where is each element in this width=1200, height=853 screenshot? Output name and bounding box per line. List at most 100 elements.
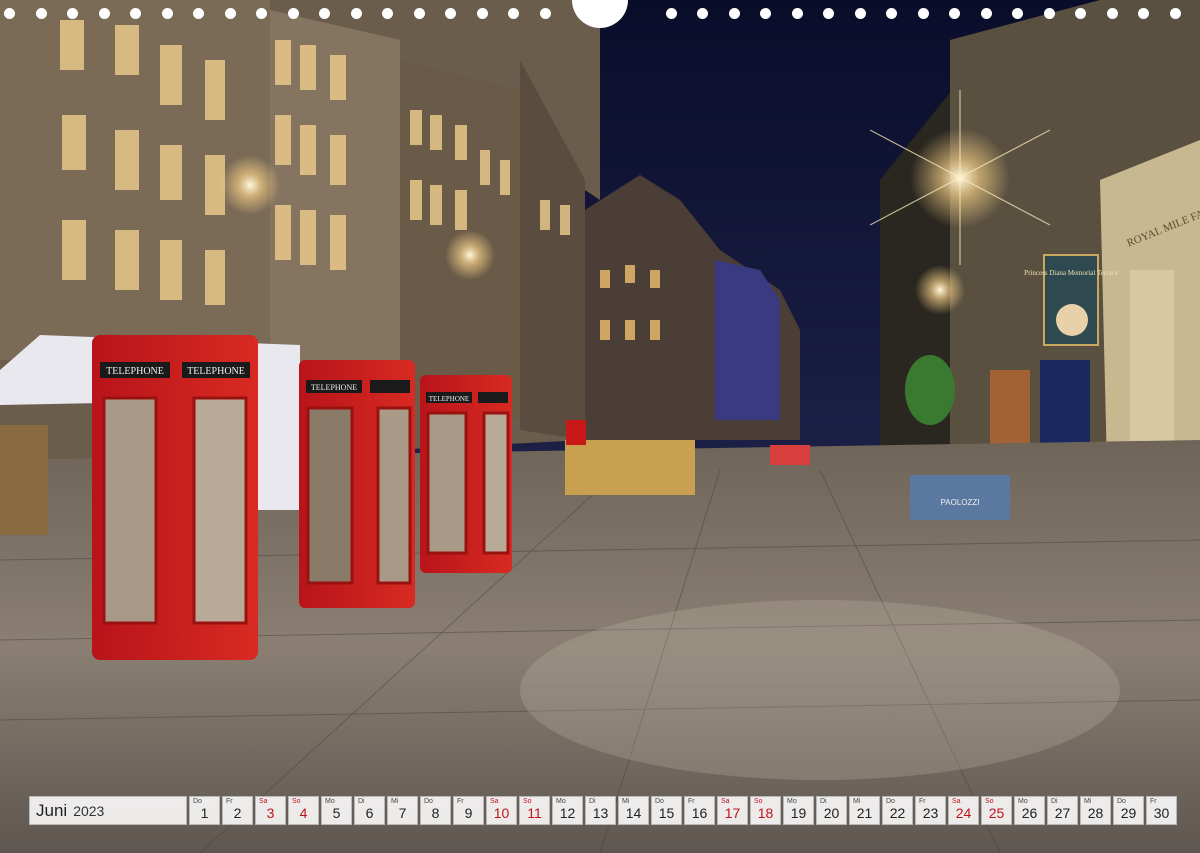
- day-cell: Do 15: [651, 796, 682, 825]
- month-year: 2023: [73, 802, 105, 819]
- binding-hole: [1043, 8, 1055, 19]
- day-number: 28: [1087, 805, 1104, 821]
- weekday-label: So: [754, 798, 763, 805]
- day-number: 14: [625, 805, 642, 821]
- weekday-label: So: [523, 798, 532, 805]
- weekday-label: Di: [358, 798, 365, 805]
- day-number: 7: [398, 805, 407, 821]
- memorial-terrace-sign: Princess Diana Memorial Terrace: [1024, 269, 1118, 277]
- weekday-label: Di: [1051, 798, 1058, 805]
- weekday-label: Sa: [721, 798, 730, 805]
- day-number: 16: [691, 805, 708, 821]
- day-cell: So 11: [519, 796, 550, 825]
- weekday-label: Fr: [457, 798, 464, 805]
- binding-hole: [445, 8, 456, 19]
- day-number: 6: [365, 805, 374, 821]
- binding-hole: [1106, 8, 1118, 19]
- day-number: 9: [464, 805, 473, 821]
- barrier-sign: PAOLOZZI: [941, 498, 980, 507]
- binding-hole: [980, 8, 992, 19]
- day-number: 22: [889, 805, 906, 821]
- weekday-label: Do: [1117, 798, 1126, 805]
- day-cell: Di 13: [585, 796, 616, 825]
- binding-hole: [193, 8, 204, 19]
- day-number: 4: [299, 805, 308, 821]
- weekday-label: Di: [820, 798, 827, 805]
- binding-hole: [256, 8, 267, 19]
- day-number: 1: [200, 805, 209, 821]
- month-label: Juni 2023: [29, 796, 187, 825]
- day-cell: Di 6: [354, 796, 385, 825]
- binding-hole: [287, 8, 299, 19]
- binding-hole: [350, 8, 362, 19]
- binding-hole: [791, 8, 803, 19]
- day-number: 15: [658, 805, 675, 821]
- day-cells: Do 1 Fr 2 Sa 3 So 4 Mo 5 Di 6 Mi 7 Do 8 Fr 9 Sa 10 So 11 Mo 12 D…: [189, 796, 1177, 825]
- binding-hole: [476, 8, 488, 19]
- booth-sign-1: TELEPHONE: [106, 366, 164, 377]
- day-number: 17: [724, 805, 741, 821]
- day-cell: Do 29: [1113, 796, 1144, 825]
- month-name: Juni: [36, 800, 68, 820]
- day-number: 12: [559, 805, 576, 821]
- day-cell: Mo 19: [783, 796, 814, 825]
- binding-hole: [728, 8, 740, 19]
- day-number: 11: [527, 805, 542, 821]
- day-number: 26: [1021, 805, 1038, 821]
- weekday-label: So: [985, 798, 994, 805]
- day-cell: Mi 28: [1080, 796, 1111, 825]
- weekday-label: Sa: [490, 798, 499, 805]
- day-cell: So 25: [981, 796, 1012, 825]
- calendar-strip: Juni 2023 Do 1 Fr 2 Sa 3 So 4 Mo 5 Di 6 Mi 7 Do 8 Fr 9 Sa 1…: [29, 796, 1177, 825]
- day-cell: Di 27: [1047, 796, 1078, 825]
- weekday-label: Mo: [1018, 798, 1028, 805]
- weekday-label: Fr: [226, 798, 233, 805]
- weekday-label: So: [292, 798, 301, 805]
- day-cell: Mi 21: [849, 796, 880, 825]
- day-cell: Sa 24: [948, 796, 979, 825]
- day-cell: Do 22: [882, 796, 913, 825]
- binding-hole: [224, 8, 236, 19]
- binding-hole: [1138, 8, 1149, 19]
- day-number: 21: [856, 805, 873, 821]
- day-number: 19: [790, 805, 807, 821]
- day-cell: So 4: [288, 796, 319, 825]
- binding-hole: [130, 8, 141, 19]
- day-cell: Sa 10: [486, 796, 517, 825]
- day-cell: Sa 17: [717, 796, 748, 825]
- binding-hole: [508, 8, 519, 19]
- binding-hole: [1169, 8, 1181, 19]
- day-number: 5: [332, 805, 341, 821]
- binding-hole: [161, 8, 173, 19]
- day-number: 13: [592, 805, 609, 821]
- binding-hole: [539, 8, 551, 19]
- binding-hole: [319, 8, 330, 19]
- weekday-label: Mi: [1084, 798, 1092, 805]
- binding-hole: [35, 8, 47, 19]
- day-cell: Mo 12: [552, 796, 583, 825]
- day-cell: Fr 16: [684, 796, 715, 825]
- day-number: 3: [266, 805, 275, 821]
- day-number: 23: [922, 805, 939, 821]
- day-cell: Mi 14: [618, 796, 649, 825]
- day-number: 18: [757, 805, 774, 821]
- day-number: 10: [493, 805, 510, 821]
- weekday-label: Sa: [952, 798, 961, 805]
- weekday-label: Di: [589, 798, 596, 805]
- day-number: 25: [988, 805, 1005, 821]
- weekday-label: Do: [193, 798, 202, 805]
- day-number: 27: [1054, 805, 1071, 821]
- weekday-label: Mo: [556, 798, 566, 805]
- day-number: 24: [955, 805, 972, 821]
- weekday-label: Mo: [325, 798, 335, 805]
- day-cell: Do 8: [420, 796, 451, 825]
- binding-hole: [413, 8, 425, 19]
- day-number: 2: [233, 805, 242, 821]
- binding-hole: [1012, 8, 1023, 19]
- weekday-label: Sa: [259, 798, 268, 805]
- binding-hole: [4, 8, 15, 19]
- day-cell: Fr 23: [915, 796, 946, 825]
- booth-sign-4: TELEPHONE: [429, 395, 469, 403]
- day-cell: Mo 26: [1014, 796, 1045, 825]
- binding-hole: [886, 8, 897, 19]
